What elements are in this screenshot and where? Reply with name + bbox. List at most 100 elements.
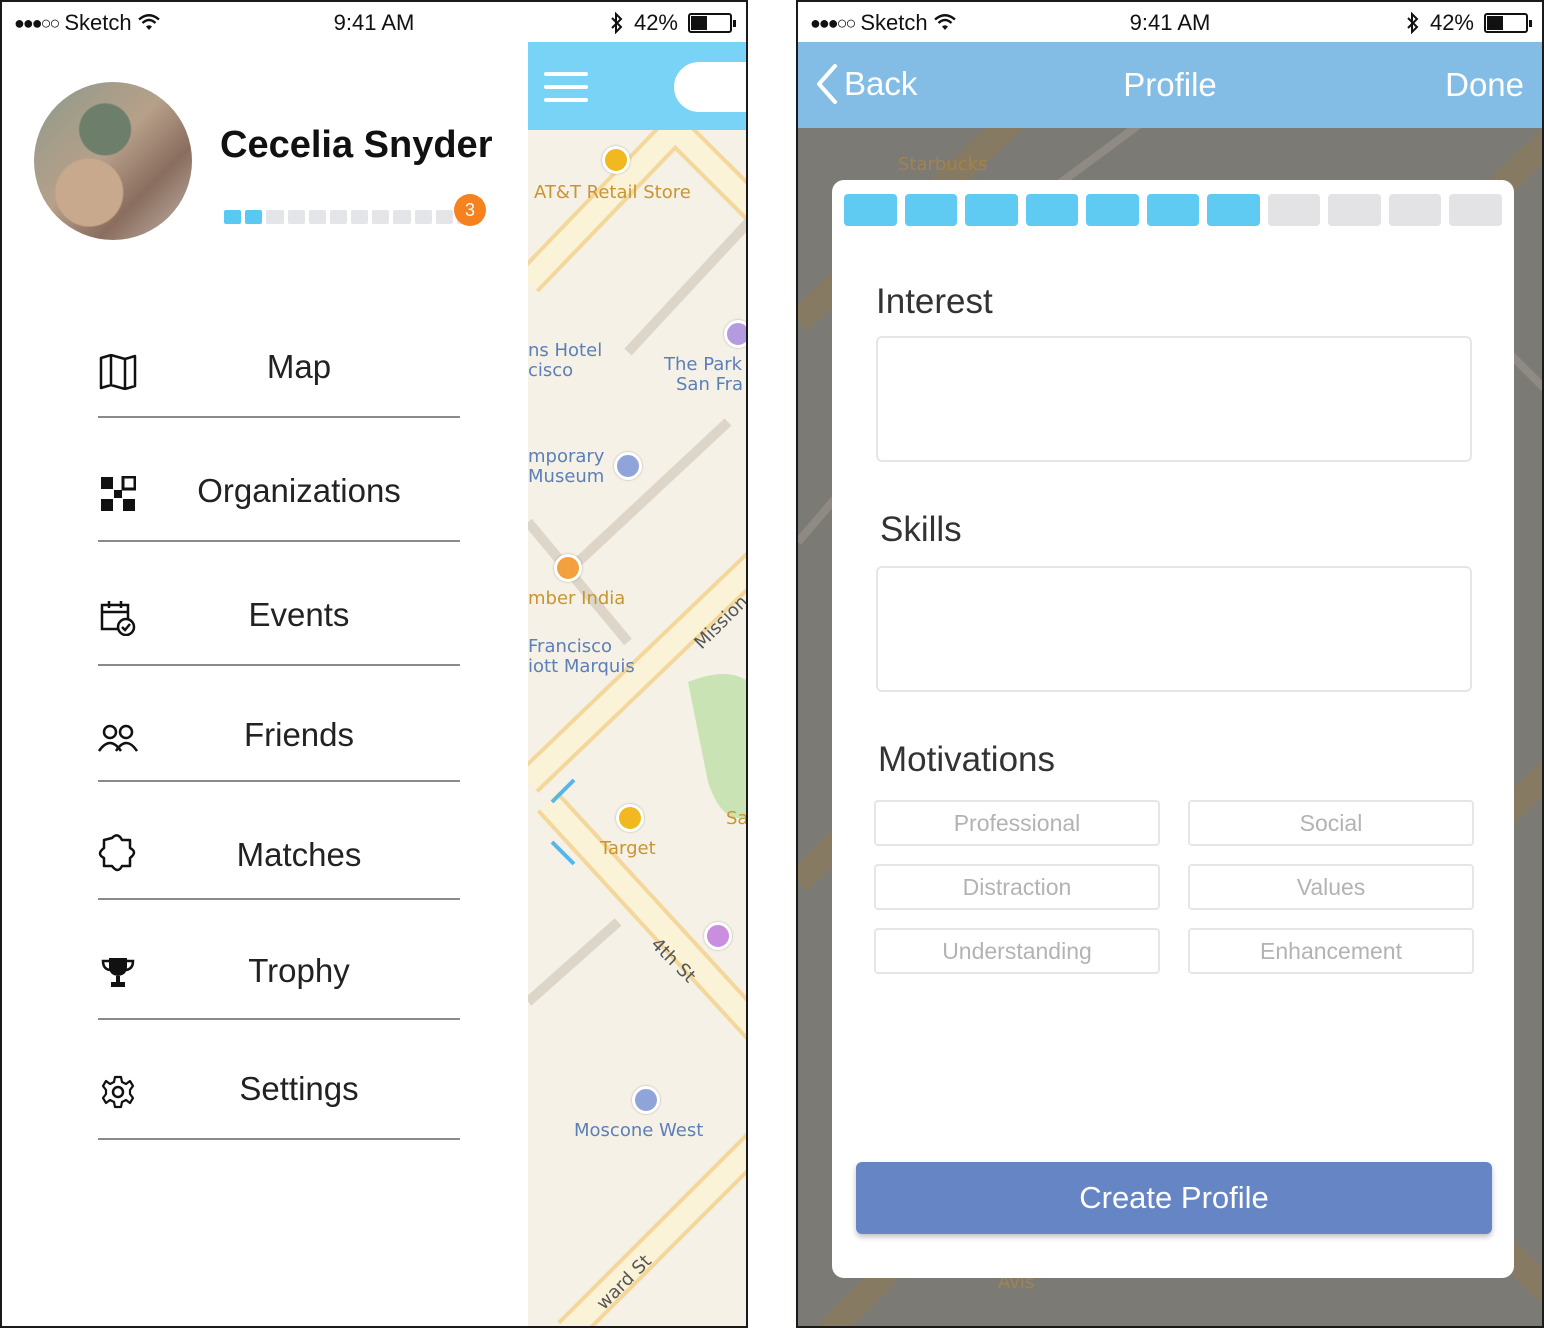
friends-icon [98,718,138,758]
step-segment [1449,194,1503,226]
skills-input[interactable] [876,566,1472,692]
map-label: The Park [664,354,743,375]
progress-segment [393,210,411,224]
status-bar: ●●●○○ Sketch 9:41 AM 42% [2,2,746,42]
menu-item-map[interactable]: Map [98,298,460,418]
profile-form-card: Interest Skills Motivations Professional… [832,180,1514,1278]
navigation-bar: Back Profile Done [798,42,1542,128]
hamburger-menu-icon[interactable] [544,72,588,102]
organizations-icon [98,474,138,514]
status-bar: ●●●○○ Sketch 9:41 AM 42% [798,2,1542,42]
step-segment [1267,194,1321,226]
target-pin-icon[interactable] [616,804,644,832]
menu-item-matches[interactable]: Matches [98,782,460,900]
progress-segment [351,210,369,224]
shopping-pin-icon[interactable] [602,146,630,174]
motivation-chip-distraction[interactable]: Distraction [874,864,1160,910]
motivation-chip-professional[interactable]: Professional [874,800,1160,846]
map-label: mber India [528,588,626,609]
page-title: Profile [1123,66,1217,103]
map-label: Museum [528,466,605,487]
convention-pin-icon[interactable] [632,1086,660,1114]
map-label: mporary [528,446,605,467]
map-label: AT&T Retail Store [534,182,691,203]
avatar[interactable] [34,82,192,240]
battery-percent: 42% [633,10,678,35]
motivation-chip-enhancement[interactable]: Enhancement [1188,928,1474,974]
map-label: Sa [726,808,748,829]
menu-item-trophy[interactable]: Trophy [98,900,460,1020]
level-badge: 3 [454,194,486,226]
step-segment [1086,194,1139,226]
map-search-pill[interactable] [674,62,746,112]
step-segment [1025,194,1079,226]
motivation-chip-understanding[interactable]: Understanding [874,928,1160,974]
menu-label: Organizations [197,472,401,509]
profile-progress-bar [224,210,475,224]
museum-pin-icon[interactable] [614,452,642,480]
status-right: 42% [1406,10,1532,36]
phone-profile-screen: ●●●○○ Sketch 9:41 AM 42% Starbucks Avis … [796,0,1544,1328]
map-label: cisco [528,360,574,381]
motivation-chip-social[interactable]: Social [1188,800,1474,846]
menu-label: Trophy [248,952,350,989]
side-drawer: Cecelia Snyder 3 Map Organizations Event… [2,42,528,1326]
status-right: 42% [610,10,736,36]
progress-segment [287,210,305,224]
interest-label: Interest [876,282,993,321]
menu-item-organizations[interactable]: Organizations [98,422,460,542]
theater-pin-icon[interactable] [704,922,732,950]
menu-label: Events [248,596,350,633]
interest-input[interactable] [876,336,1472,462]
gear-icon [98,1072,138,1112]
menu-item-friends[interactable]: Friends [98,668,460,782]
bluetooth-icon [1407,12,1419,34]
map-label: ns Hotel [528,340,603,361]
hotel-pin-icon[interactable] [724,320,746,348]
progress-segment [224,210,242,224]
menu-label: Map [266,348,332,385]
map-label: San Fra [676,374,744,395]
progress-segment [329,210,348,224]
step-segment [1207,194,1260,226]
map-label: Francisco [528,636,613,657]
progress-segment [414,210,432,224]
bluetooth-icon [611,12,623,34]
calendar-check-icon [98,598,138,638]
phone-menu-screen: ●●●○○ Sketch 9:41 AM 42% AT&T Retail Sto… [0,0,748,1328]
map-label: Starbucks [898,154,988,175]
battery-fill [1487,16,1503,30]
menu-label: Friends [243,716,355,753]
progress-segment [245,210,263,224]
menu-label: Settings [239,1070,359,1107]
progress-segment [266,210,284,224]
motivation-chip-values[interactable]: Values [1188,864,1474,910]
battery-icon [1484,13,1532,33]
battery-percent: 42% [1429,10,1474,35]
step-progress [844,194,1503,226]
map-label: iott Marquis [528,656,635,677]
progress-segment [308,210,326,224]
menu-label: Matches [236,836,362,873]
done-button[interactable]: Done [1445,66,1524,104]
motivations-label: Motivations [878,740,1056,779]
user-name: Cecelia Snyder [220,124,493,166]
menu-item-events[interactable]: Events [98,546,460,666]
trophy-icon [98,952,138,992]
step-segment [1388,194,1442,226]
skills-label: Skills [880,510,962,549]
map-label: Moscone West [574,1120,704,1141]
battery-icon [688,13,736,33]
map-navbar [528,42,746,130]
map-view[interactable]: AT&T Retail Store ns Hotel cisco The Par… [528,42,748,1326]
step-segment [1328,194,1381,226]
menu-item-settings[interactable]: Settings [98,1020,460,1140]
restaurant-pin-icon[interactable] [554,554,582,582]
map-label: Target [600,838,656,859]
create-profile-button[interactable]: Create Profile [856,1162,1492,1234]
step-segment [965,194,1018,226]
step-segment [904,194,958,226]
progress-segment [435,210,453,224]
map-icon [98,352,138,392]
step-segment [1146,194,1200,226]
